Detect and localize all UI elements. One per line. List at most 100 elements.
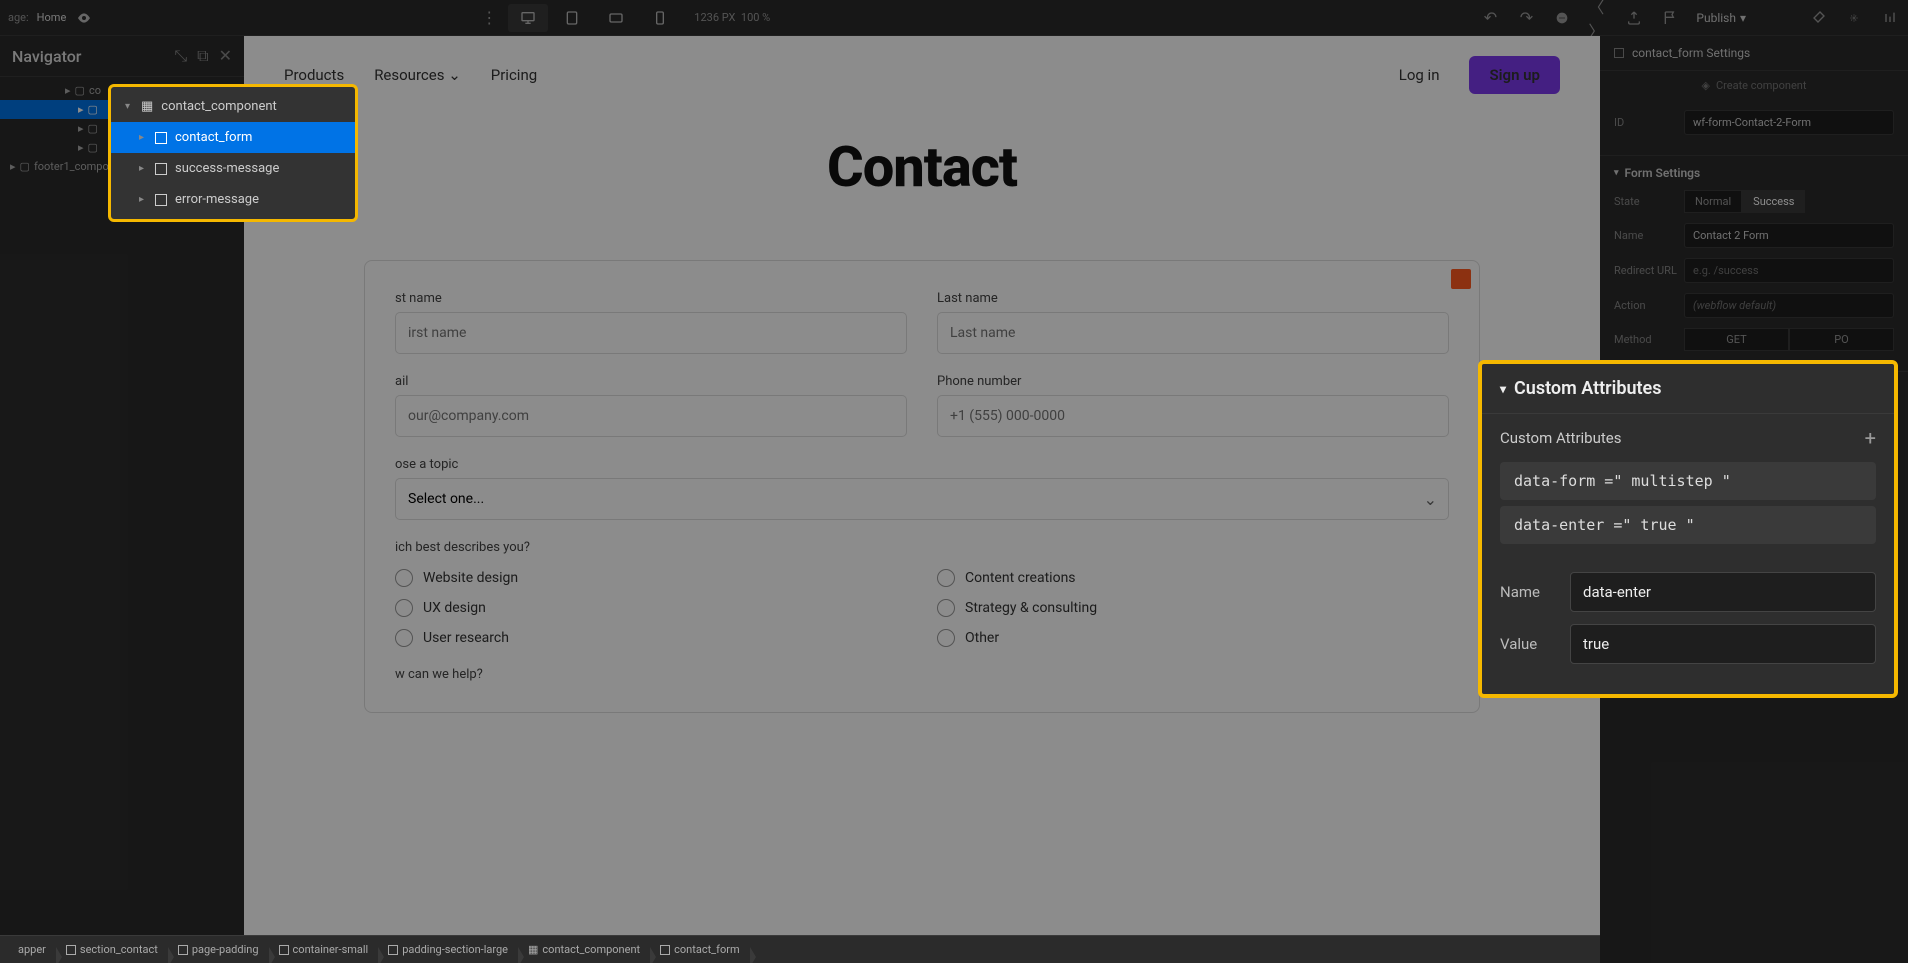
crumb-item[interactable]: section_contact: [56, 943, 168, 956]
caret-icon[interactable]: ▸: [139, 132, 147, 143]
signup-button[interactable]: Sign up: [1469, 56, 1560, 94]
element-name: contact_form Settings: [1632, 46, 1750, 60]
radio-option[interactable]: User research: [395, 629, 907, 647]
help-label: w can we help?: [395, 667, 1449, 682]
undo-icon[interactable]: ↶: [1480, 8, 1500, 28]
breadcrumb: apper section_contact page-padding conta…: [0, 935, 1600, 963]
page-name[interactable]: Home: [37, 11, 67, 24]
custom-attributes-panel: ▾ Custom Attributes Custom Attributes + …: [1478, 360, 1898, 698]
caret-icon[interactable]: ▸: [139, 163, 147, 174]
tree-item-error-message[interactable]: ▸ error-message: [111, 184, 355, 215]
radio-option[interactable]: Website design: [395, 569, 907, 587]
attribute-item[interactable]: data-enter =" true ": [1500, 506, 1876, 544]
block-icon: [388, 945, 398, 955]
chevron-down-icon: ▾: [1740, 11, 1746, 25]
close-icon[interactable]: ✕: [219, 46, 232, 66]
crumb-item[interactable]: padding-section-large: [378, 943, 518, 956]
tree-item-contact-form[interactable]: ▸ contact_form: [111, 122, 355, 153]
form-name-input[interactable]: [1684, 223, 1894, 248]
crumb-item[interactable]: page-padding: [168, 943, 269, 956]
attr-value-input[interactable]: [1570, 624, 1876, 664]
design-canvas: Products Resources ⌄ Pricing Log in Sign…: [244, 36, 1600, 935]
last-name-input[interactable]: [937, 312, 1449, 354]
selection-badge-icon: [1451, 269, 1471, 289]
navigator-title: Navigator: [12, 47, 81, 66]
flag-icon[interactable]: [1660, 8, 1680, 28]
canvas-width: 1236: [694, 11, 719, 24]
device-tablet-landscape-icon[interactable]: [596, 4, 636, 32]
method-post-button[interactable]: PO: [1789, 328, 1894, 351]
comment-icon[interactable]: [1552, 8, 1572, 28]
component-icon: ◈: [1702, 79, 1710, 92]
id-label: ID: [1614, 116, 1684, 129]
attr-name-input[interactable]: [1570, 572, 1876, 612]
tree-item-contact-component[interactable]: ▾ ▦ contact_component: [111, 91, 355, 122]
radio-option[interactable]: Strategy & consulting: [937, 599, 1449, 617]
chevron-down-icon: ⌄: [448, 66, 461, 84]
radio-icon: [937, 629, 955, 647]
form-settings-title: Form Settings: [1625, 166, 1701, 180]
site-nav: Products Resources ⌄ Pricing Log in Sign…: [244, 36, 1600, 114]
method-get-button[interactable]: GET: [1684, 328, 1789, 351]
id-input[interactable]: [1684, 110, 1894, 135]
caret-icon[interactable]: ▸: [139, 194, 147, 205]
phone-input[interactable]: [937, 395, 1449, 437]
crumb-item[interactable]: contact_form: [650, 943, 749, 956]
popout-icon[interactable]: ⧉: [197, 46, 208, 66]
topic-select[interactable]: Select one...: [395, 478, 1449, 520]
nav-pricing[interactable]: Pricing: [491, 66, 537, 84]
crumb-item[interactable]: container-small: [269, 943, 379, 956]
crumb-item[interactable]: ▦contact_component: [518, 943, 650, 956]
create-component-button[interactable]: ◈ Create component: [1600, 71, 1908, 100]
radio-option[interactable]: Other: [937, 629, 1449, 647]
topic-label: ose a topic: [395, 457, 1449, 472]
state-success-button[interactable]: Success: [1742, 190, 1805, 213]
nav-products[interactable]: Products: [284, 66, 344, 84]
action-input[interactable]: [1684, 293, 1894, 318]
caret-icon[interactable]: ▾: [1500, 382, 1506, 396]
chevron-down-icon: ⌄: [1424, 490, 1437, 509]
first-name-input[interactable]: [395, 312, 907, 354]
brush-icon[interactable]: [1808, 8, 1828, 28]
collapse-icon[interactable]: ⤡: [174, 46, 187, 66]
block-icon: [66, 945, 76, 955]
state-normal-button[interactable]: Normal: [1684, 190, 1742, 213]
preview-icon[interactable]: [74, 8, 94, 28]
block-icon: [279, 945, 289, 955]
gear-icon[interactable]: [1844, 8, 1864, 28]
radio-option[interactable]: Content creations: [937, 569, 1449, 587]
top-toolbar: age: Home ⋮ 1236 PX 100 % ↶ ↷ 〈 〉 Publis…: [0, 0, 1908, 36]
email-input[interactable]: [395, 395, 907, 437]
state-label: State: [1614, 195, 1684, 208]
navigator-popout: ▾ ▦ contact_component ▸ contact_form ▸ s…: [108, 84, 358, 222]
block-icon: [660, 945, 670, 955]
redirect-label: Redirect URL: [1614, 264, 1684, 277]
nav-login[interactable]: Log in: [1399, 66, 1440, 84]
custom-attributes-subtitle: Custom Attributes: [1500, 429, 1621, 447]
block-icon: [178, 945, 188, 955]
redo-icon[interactable]: ↷: [1516, 8, 1536, 28]
caret-icon[interactable]: ▾: [1614, 168, 1619, 178]
attribute-item[interactable]: data-form =" multistep ": [1500, 462, 1876, 500]
interactions-icon[interactable]: [1880, 8, 1900, 28]
radio-option[interactable]: UX design: [395, 599, 907, 617]
code-icon[interactable]: 〈 〉: [1588, 8, 1608, 28]
device-mobile-icon[interactable]: [640, 4, 680, 32]
page-prefix: age:: [8, 11, 29, 24]
radio-icon: [937, 599, 955, 617]
device-desktop-icon[interactable]: [508, 4, 548, 32]
device-tablet-icon[interactable]: [552, 4, 592, 32]
last-name-label: Last name: [937, 291, 1449, 306]
page-heading: Contact: [244, 134, 1600, 200]
crumb-item[interactable]: apper: [8, 943, 56, 956]
add-attribute-button[interactable]: +: [1865, 426, 1876, 450]
contact-form[interactable]: st name Last name ail Phone number ose a…: [364, 260, 1480, 713]
tree-item-success-message[interactable]: ▸ success-message: [111, 153, 355, 184]
nav-resources[interactable]: Resources ⌄: [374, 66, 461, 84]
publish-button[interactable]: Publish ▾: [1696, 11, 1746, 25]
custom-attributes-title: Custom Attributes: [1514, 378, 1661, 399]
export-icon[interactable]: [1624, 8, 1644, 28]
toolbar-menu-icon[interactable]: ⋮: [474, 4, 504, 32]
redirect-input[interactable]: [1684, 258, 1894, 283]
caret-icon[interactable]: ▾: [125, 101, 133, 112]
